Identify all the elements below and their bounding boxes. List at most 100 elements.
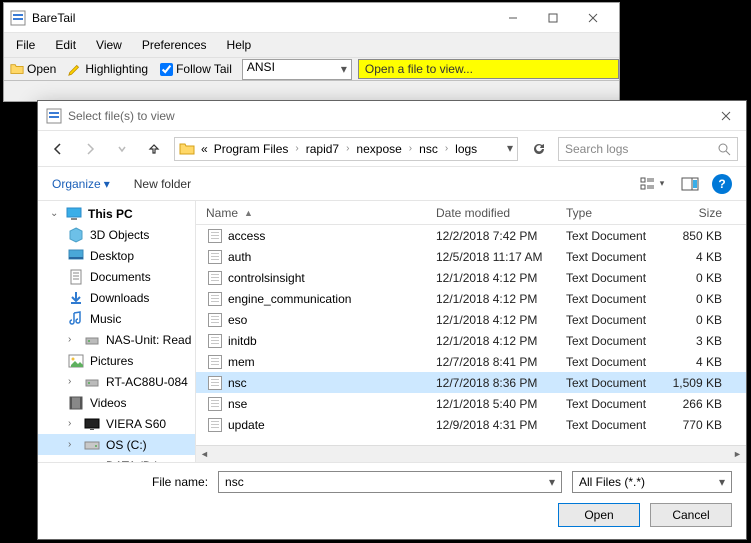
tree-item-label: Music — [90, 312, 121, 326]
file-type: Text Document — [566, 271, 666, 285]
text-document-icon — [208, 292, 222, 306]
breadcrumb-seg[interactable]: nexpose — [354, 142, 403, 156]
tree-item-label: Pictures — [90, 354, 133, 368]
file-row[interactable]: nsc12/7/2018 8:36 PMText Document1,509 K… — [196, 372, 746, 393]
open-button[interactable]: Open — [4, 58, 62, 80]
menu-help[interactable]: Help — [219, 35, 260, 55]
file-date: 12/9/2018 4:31 PM — [436, 418, 566, 432]
horizontal-scrollbar[interactable]: ◄ ► — [196, 445, 746, 462]
search-input[interactable]: Search logs — [558, 137, 738, 161]
file-name: engine_communication — [228, 292, 351, 306]
file-row[interactable]: controlsinsight12/1/2018 4:12 PMText Doc… — [196, 267, 746, 288]
recent-dropdown[interactable] — [110, 137, 134, 161]
scroll-right-icon[interactable]: ► — [729, 446, 746, 463]
forward-button[interactable] — [78, 137, 102, 161]
text-document-icon — [208, 376, 222, 390]
file-name-input[interactable]: nsc — [218, 471, 562, 493]
new-folder-button[interactable]: New folder — [134, 177, 191, 191]
menu-file[interactable]: File — [8, 35, 43, 55]
file-row[interactable]: access12/2/2018 7:42 PMText Document850 … — [196, 225, 746, 246]
net-icon — [84, 332, 100, 348]
text-document-icon — [208, 229, 222, 243]
tree-item[interactable]: Pictures — [38, 350, 195, 371]
file-type: Text Document — [566, 313, 666, 327]
dialog-close-button[interactable] — [706, 101, 746, 131]
file-row[interactable]: engine_communication12/1/2018 4:12 PMTex… — [196, 288, 746, 309]
tree-item[interactable]: ›RT-AC88U-084 — [38, 371, 195, 392]
tree-item[interactable]: Documents — [38, 266, 195, 287]
file-date: 12/7/2018 8:36 PM — [436, 376, 566, 390]
scroll-left-icon[interactable]: ◄ — [196, 446, 213, 463]
tree-item[interactable]: Videos — [38, 392, 195, 413]
file-type: Text Document — [566, 397, 666, 411]
file-row[interactable]: update12/9/2018 4:31 PMText Document770 … — [196, 414, 746, 435]
expander-icon[interactable]: › — [68, 418, 78, 429]
open-label: Open — [27, 62, 56, 76]
file-row[interactable]: eso12/1/2018 4:12 PMText Document0 KB — [196, 309, 746, 330]
chevron-right-icon: › — [442, 143, 451, 154]
breadcrumb-seg[interactable]: rapid7 — [304, 142, 341, 156]
tree-item[interactable]: Downloads — [38, 287, 195, 308]
menu-preferences[interactable]: Preferences — [134, 35, 215, 55]
breadcrumb-seg[interactable]: nsc — [417, 142, 440, 156]
follow-tail-toggle[interactable]: Follow Tail — [154, 62, 238, 76]
navbar: « Program Files› rapid7› nexpose› nsc› l… — [38, 131, 746, 167]
menu-view[interactable]: View — [88, 35, 130, 55]
expander-icon[interactable]: ⌄ — [50, 208, 60, 219]
expander-icon[interactable]: › — [68, 376, 78, 387]
header-date[interactable]: Date modified — [436, 206, 566, 220]
tree-item-label: This PC — [88, 207, 133, 221]
search-placeholder: Search logs — [565, 142, 717, 156]
cancel-button[interactable]: Cancel — [650, 503, 732, 527]
file-type: Text Document — [566, 229, 666, 243]
refresh-button[interactable] — [526, 137, 550, 161]
file-date: 12/7/2018 8:41 PM — [436, 355, 566, 369]
organize-menu[interactable]: Organize ▾ — [52, 177, 110, 191]
organize-label: Organize — [52, 177, 101, 191]
tree-item[interactable]: 3D Objects — [38, 224, 195, 245]
close-button[interactable] — [573, 3, 613, 33]
maximize-button[interactable] — [533, 3, 573, 33]
up-button[interactable] — [142, 137, 166, 161]
tree-item[interactable]: ›NAS-Unit: Read — [38, 329, 195, 350]
header-type[interactable]: Type — [566, 206, 666, 220]
minimize-button[interactable] — [493, 3, 533, 33]
breadcrumb[interactable]: « Program Files› rapid7› nexpose› nsc› l… — [174, 137, 518, 161]
tree-item[interactable]: Music — [38, 308, 195, 329]
folder-open-icon — [10, 62, 24, 76]
file-row[interactable]: nse12/1/2018 5:40 PMText Document266 KB — [196, 393, 746, 414]
breadcrumb-seg[interactable]: logs — [453, 142, 479, 156]
tree-item[interactable]: ›OS (C:) — [38, 434, 195, 455]
chevron-right-icon: › — [343, 143, 352, 154]
breadcrumb-prefix[interactable]: « — [199, 142, 210, 156]
help-button[interactable]: ? — [712, 174, 732, 194]
tree-item[interactable]: Desktop — [38, 245, 195, 266]
file-row[interactable]: initdb12/1/2018 4:12 PMText Document3 KB — [196, 330, 746, 351]
film-icon — [68, 395, 84, 411]
view-mode-button[interactable]: ▾ — [636, 173, 668, 195]
file-date: 12/5/2018 11:17 AM — [436, 250, 566, 264]
header-size[interactable]: Size — [666, 206, 746, 220]
file-row[interactable]: mem12/7/2018 8:41 PMText Document4 KB — [196, 351, 746, 372]
expander-icon[interactable]: › — [68, 439, 78, 450]
tree-item[interactable]: ›VIERA S60 — [38, 413, 195, 434]
nav-tree: ⌄ This PC 3D ObjectsDesktopDocumentsDownlo… — [38, 201, 196, 462]
file-type-filter[interactable]: All Files (*.*) — [572, 471, 732, 493]
back-button[interactable] — [46, 137, 70, 161]
header-name[interactable]: Name▲ — [196, 206, 436, 220]
chevron-down-icon: ▾ — [660, 178, 665, 189]
breadcrumb-dropdown[interactable]: ▾ — [507, 141, 513, 155]
encoding-select[interactable]: ANSI — [242, 59, 352, 80]
tree-item[interactable]: ›DATA (D:) — [38, 455, 195, 462]
highlighting-button[interactable]: Highlighting — [62, 58, 154, 80]
open-button[interactable]: Open — [558, 503, 640, 527]
breadcrumb-seg[interactable]: Program Files — [212, 142, 291, 156]
dialog-icon — [46, 108, 62, 124]
tree-item[interactable]: ⌄ This PC — [38, 203, 195, 224]
menu-edit[interactable]: Edit — [47, 35, 84, 55]
follow-tail-checkbox[interactable] — [160, 63, 173, 76]
file-name: nsc — [228, 376, 247, 390]
file-row[interactable]: auth12/5/2018 11:17 AMText Document4 KB — [196, 246, 746, 267]
expander-icon[interactable]: › — [68, 334, 78, 345]
preview-pane-button[interactable] — [674, 173, 706, 195]
